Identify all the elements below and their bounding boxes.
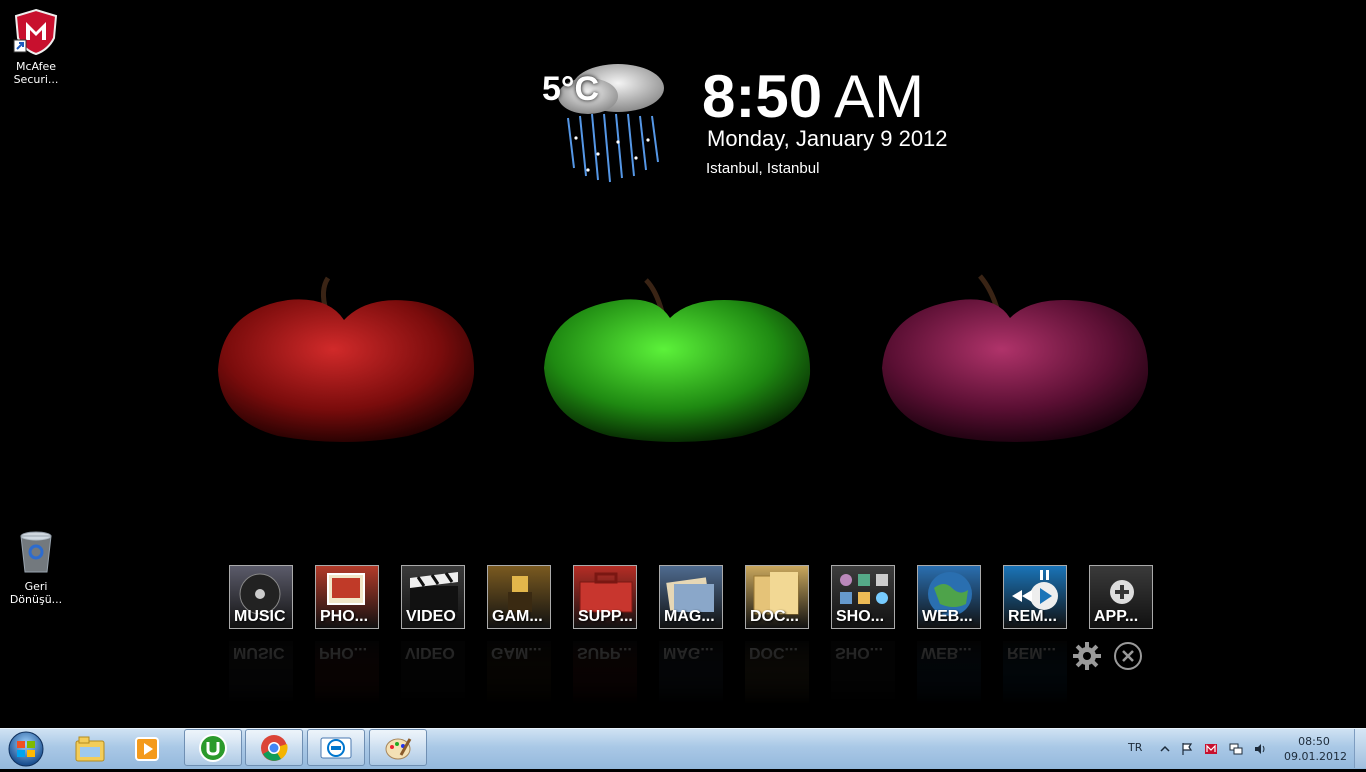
gear-icon[interactable] xyxy=(1072,641,1102,671)
dock-tile-label: SUPP... xyxy=(578,608,633,625)
dock-tile-doc[interactable]: DOC... xyxy=(745,565,809,629)
dock-tile-label: SHO... xyxy=(836,608,885,625)
dock-tile-reflection-label: MAG... xyxy=(663,644,714,661)
dock-tile-reflection: MUSIC xyxy=(229,641,293,705)
clock-date: Monday, January 9 2012 xyxy=(707,126,948,151)
red-apple-wallpaper xyxy=(208,270,480,454)
dock-tile-pho[interactable]: PHO... xyxy=(315,565,379,629)
action-center-flag-icon[interactable] xyxy=(1180,741,1194,755)
dock-tile-reflection-label: DOC... xyxy=(749,644,798,661)
dock-tile-label: WEB... xyxy=(922,608,973,625)
close-icon[interactable] xyxy=(1113,641,1143,671)
dock-tile-mag[interactable]: MAG... xyxy=(659,565,723,629)
dock-tile-reflection-label: REM... xyxy=(1007,644,1056,661)
dock-tile-web[interactable]: WEB... xyxy=(917,565,981,629)
dock-tile-label: VIDEO xyxy=(406,608,456,625)
system-clock-time: 08:50 xyxy=(1298,735,1330,748)
mcafee-shield-icon xyxy=(12,8,60,56)
volume-speaker-icon[interactable] xyxy=(1253,741,1267,755)
dock-tile-label: PHO... xyxy=(320,608,369,625)
system-clock[interactable]: 08:50 09.01.2012 xyxy=(1284,734,1347,764)
recycle-bin-icon xyxy=(12,528,60,576)
dock-tile-gam[interactable]: GAM... xyxy=(487,565,551,629)
dock-tile-label: MUSIC xyxy=(234,608,286,625)
windows-explorer-icon xyxy=(75,736,105,761)
dock-tile-reflection-label: VIDEO xyxy=(405,644,455,661)
taskbar-paint[interactable] xyxy=(369,729,427,766)
weather-temperature: 5°C xyxy=(542,70,600,108)
paint-icon xyxy=(385,737,412,759)
desktop-icon-label: Geri Dönüşü... xyxy=(9,580,63,606)
dock-tile-reflection: PHO... xyxy=(315,641,379,705)
desktop-icon-recycle-bin[interactable]: Geri Dönüşü... xyxy=(6,528,66,606)
dock-tile-label: REM... xyxy=(1008,608,1057,625)
dock-tile-label: APP... xyxy=(1094,608,1139,625)
dock-tile-reflection: MAG... xyxy=(659,641,723,705)
dock-tile-supp[interactable]: SUPP... xyxy=(573,565,637,629)
show-hidden-icons-chevron-up-icon[interactable] xyxy=(1158,741,1172,755)
desktop-icon-mcafee[interactable]: McAfee Securi... xyxy=(6,8,66,86)
taskbar-chrome[interactable] xyxy=(245,729,303,766)
clock-location: Istanbul, Istanbul xyxy=(706,160,820,177)
input-language-indicator[interactable]: TR xyxy=(1128,741,1142,754)
dock-tile-label: GAM... xyxy=(492,608,543,625)
media-player-icon xyxy=(135,736,159,761)
desktop-icon-label: McAfee Securi... xyxy=(13,60,59,86)
dock-tile-reflection-label: PHO... xyxy=(319,644,368,661)
dock-tile-app[interactable]: APP... xyxy=(1089,565,1153,629)
network-icon[interactable] xyxy=(1229,741,1243,755)
clock-ampm: AM xyxy=(834,63,925,130)
dock-tile-reflection: SHO... xyxy=(831,641,895,705)
dock-tile-reflection: DOC... xyxy=(745,641,809,705)
show-desktop-button[interactable] xyxy=(1354,729,1366,768)
taskbar-utorrent[interactable] xyxy=(184,729,242,766)
dock-tile-label: DOC... xyxy=(750,608,799,625)
mcafee-tray-icon[interactable] xyxy=(1204,741,1218,755)
dock-tile-rem[interactable]: REM... xyxy=(1003,565,1067,629)
clock-hours-minutes: 8:50 xyxy=(702,63,823,130)
taskbar-media-player[interactable] xyxy=(120,730,176,767)
taskbar-dell[interactable] xyxy=(307,729,365,766)
dock-tile-reflection: VIDEO xyxy=(401,641,465,705)
dock-tile-sho[interactable]: SHO... xyxy=(831,565,895,629)
app-dock: MUSIC MUSIC PHO... PHO... VIDEO VIDEO GAM... GA… xyxy=(229,565,1155,705)
dock-tile-reflection: GAM... xyxy=(487,641,551,705)
purple-apple-wallpaper xyxy=(876,268,1154,454)
dock-tile-reflection-label: MUSIC xyxy=(233,644,285,661)
green-apple-wallpaper xyxy=(538,270,816,454)
start-button[interactable] xyxy=(6,730,46,768)
dock-tile-reflection-label: WEB... xyxy=(921,644,972,661)
utorrent-icon xyxy=(199,733,227,762)
dock-tile-label: MAG... xyxy=(664,608,715,625)
dock-tile-reflection-label: SHO... xyxy=(835,644,884,661)
dock-tile-reflection: REM... xyxy=(1003,641,1067,705)
windows-logo-icon xyxy=(8,731,44,767)
system-clock-date: 09.01.2012 xyxy=(1284,750,1347,763)
clock-time: 8:50 AM xyxy=(702,62,924,132)
dock-tile-music[interactable]: MUSIC xyxy=(229,565,293,629)
dock-tile-reflection-label: GAM... xyxy=(491,644,542,661)
dock-tile-video[interactable]: VIDEO xyxy=(401,565,465,629)
taskbar-windows-explorer[interactable] xyxy=(62,730,118,767)
dock-tile-reflection: SUPP... xyxy=(573,641,637,705)
dock-tile-reflection-label: SUPP... xyxy=(577,644,632,661)
dell-icon xyxy=(320,737,352,758)
dock-tile-reflection: WEB... xyxy=(917,641,981,705)
chrome-icon xyxy=(261,734,288,761)
